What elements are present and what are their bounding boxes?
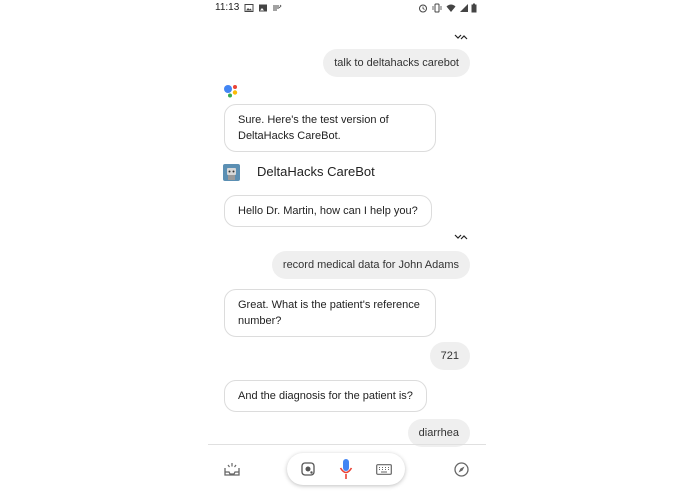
carebot-avatar: [223, 164, 240, 181]
battery-icon: [471, 3, 477, 13]
explore-compass-icon[interactable]: [454, 462, 469, 477]
user-message: 721: [429, 342, 470, 370]
robot-icon: [227, 168, 236, 180]
bot-name: DeltaHacks CareBot: [257, 164, 375, 179]
lens-icon[interactable]: [301, 462, 315, 476]
alarm-icon: [419, 4, 427, 13]
bot-message: Hello Dr. Martin, how can I help you?: [224, 195, 432, 227]
user-message: record medical data for John Adams: [271, 251, 470, 279]
read-receipt-icon: [454, 234, 468, 240]
vibrate-icon: [432, 3, 442, 13]
read-receipt-icon: [454, 34, 468, 40]
google-assistant-icon: [224, 85, 238, 98]
bot-message: Great. What is the patient's reference n…: [224, 289, 436, 337]
wifi-icon: [446, 4, 456, 12]
keyboard-icon[interactable]: [376, 464, 392, 475]
bottom-bar: [208, 445, 486, 494]
notes-icon: [273, 4, 282, 11]
assistant-screen: 11:13 talk to deltahacks carebot Sure. H…: [208, 0, 486, 494]
user-message: talk to deltahacks carebot: [323, 49, 470, 77]
status-time: 11:13: [215, 2, 240, 13]
status-bar: 11:13: [208, 0, 486, 16]
photo-icon: [259, 4, 267, 12]
bot-message: And the diagnosis for the patient is?: [224, 380, 427, 412]
input-pill: [287, 453, 405, 485]
assistant-message: Sure. Here's the test version of DeltaHa…: [224, 104, 436, 152]
user-message: diarrhea: [407, 419, 470, 447]
updates-tray-icon[interactable]: [224, 462, 240, 476]
mic-icon[interactable]: [339, 458, 353, 480]
signal-icon: [460, 4, 468, 12]
image-icon: [244, 4, 254, 12]
